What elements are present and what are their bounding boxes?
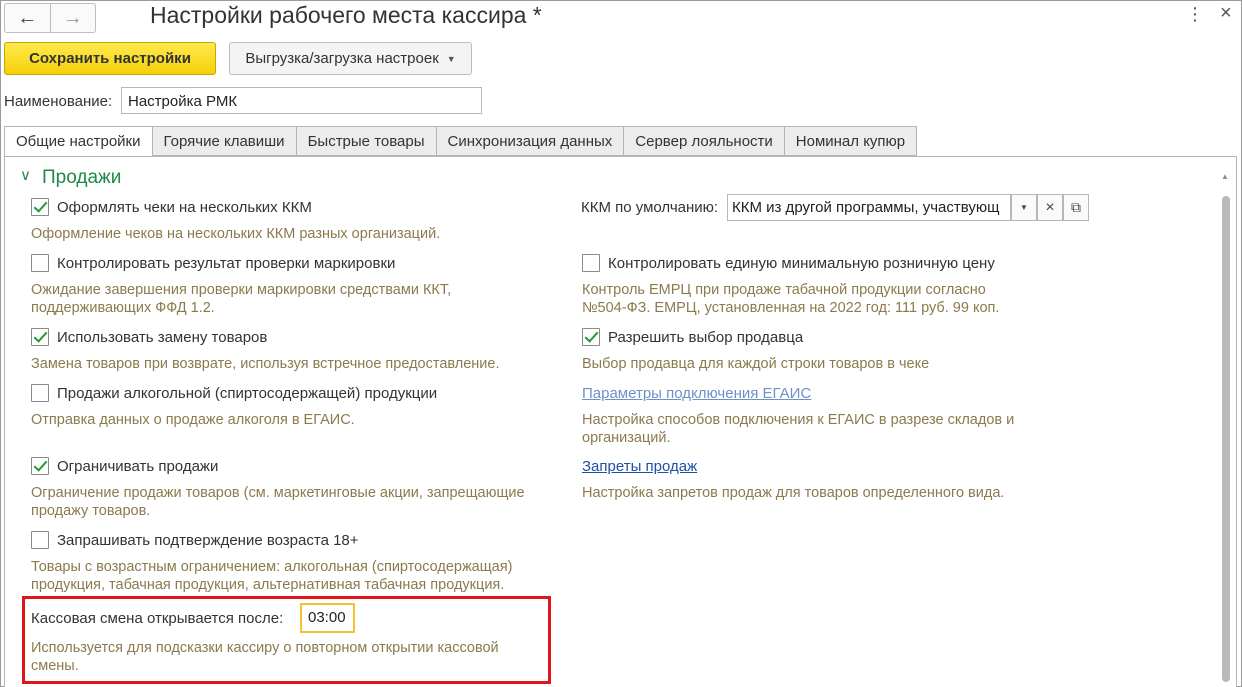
tab-general[interactable]: Общие настройки — [4, 126, 153, 157]
save-settings-button[interactable]: Сохранить настройки — [4, 42, 216, 75]
back-icon[interactable]: ← — [5, 4, 50, 32]
scroll-up-icon[interactable]: ▲ — [1221, 172, 1229, 181]
seller-choice-hint: Выбор продавца для каждой строки товаров… — [582, 356, 930, 372]
export-import-label: Выгрузка/загрузка настроек — [245, 50, 439, 67]
chevron-down-icon: ▼ — [446, 53, 456, 64]
min-price-hint-line-1: Контроль ЕМРЦ при продаже табачной проду… — [582, 282, 986, 298]
restrict-sales-hint-line-2: продажу товаров. — [31, 503, 151, 519]
tab-hotkeys[interactable]: Горячие клавиши — [152, 126, 297, 156]
dropdown-icon[interactable]: ▼ — [1011, 194, 1037, 221]
close-icon[interactable]: × — [1220, 2, 1232, 25]
restrict-sales-label[interactable]: Ограничивать продажи — [57, 458, 218, 475]
age-confirm-label[interactable]: Запрашивать подтверждение возраста 18+ — [57, 532, 359, 549]
min-price-label[interactable]: Контролировать единую минимальную рознич… — [608, 255, 995, 272]
name-label: Наименование: — [4, 93, 113, 110]
shift-open-hint-line-2: смены. — [31, 658, 79, 674]
replace-goods-label[interactable]: Использовать замену товаров — [57, 329, 267, 346]
alcohol-sales-hint: Отправка данных о продаже алкоголя в ЕГА… — [31, 412, 355, 428]
multi-kkm-hint: Оформление чеков на нескольких ККМ разны… — [31, 226, 441, 242]
sales-bans-hint: Настройка запретов продаж для товаров оп… — [582, 485, 1005, 501]
group-collapse-chevron-icon[interactable]: ∨ — [20, 166, 31, 184]
nav-button-group: ← → — [4, 3, 96, 33]
default-kkm-label: ККМ по умолчанию: — [581, 199, 719, 216]
egais-params-hint-line-1: Настройка способов подключения к ЕГАИС в… — [582, 412, 1015, 428]
tab-denominations[interactable]: Номинал купюр — [784, 126, 918, 156]
restrict-sales-checkbox[interactable] — [31, 457, 49, 475]
egais-params-link[interactable]: Параметры подключения ЕГАИС — [582, 385, 811, 402]
marking-hint-line-2: поддерживающих ФФД 1.2. — [31, 300, 215, 316]
tab-bar: Общие настройки Горячие клавиши Быстрые … — [4, 126, 918, 157]
group-title-sales[interactable]: Продажи — [42, 167, 121, 189]
default-kkm-input[interactable]: ККМ из другой программы, участвующ — [727, 194, 1011, 221]
marking-hint-line-1: Ожидание завершения проверки маркировки … — [31, 282, 452, 298]
marking-checkbox[interactable] — [31, 254, 49, 272]
age-confirm-hint-line-2: продукция, табачная продукция, альтернат… — [31, 577, 505, 593]
age-confirm-hint-line-1: Товары с возрастным ограничением: алкого… — [31, 559, 513, 575]
scrollbar-thumb[interactable] — [1222, 196, 1230, 682]
replace-goods-hint: Замена товаров при возврате, используя в… — [31, 356, 500, 372]
window-title: Настройки рабочего места кассира * — [150, 2, 542, 28]
seller-choice-label[interactable]: Разрешить выбор продавца — [608, 329, 803, 346]
shift-open-time-input[interactable]: 03:00 — [300, 603, 355, 633]
clear-icon[interactable]: × — [1037, 194, 1063, 221]
alcohol-sales-checkbox[interactable] — [31, 384, 49, 402]
tab-quick-goods[interactable]: Быстрые товары — [296, 126, 437, 156]
tab-loyalty-server[interactable]: Сервер лояльности — [624, 126, 785, 156]
min-price-checkbox[interactable] — [582, 254, 600, 272]
forward-icon[interactable]: → — [49, 4, 96, 32]
sales-bans-link[interactable]: Запреты продаж — [582, 458, 697, 475]
min-price-hint-line-2: №504-ФЗ. ЕМРЦ, установленная на 2022 год… — [582, 300, 1000, 316]
shift-open-label: Кассовая смена открывается после: — [31, 610, 284, 627]
restrict-sales-hint-line-1: Ограничение продажи товаров (см. маркети… — [31, 485, 525, 501]
egais-params-hint-line-2: организаций. — [582, 430, 671, 446]
tab-sync[interactable]: Синхронизация данных — [436, 126, 625, 156]
open-icon[interactable]: ⧉ — [1063, 194, 1089, 221]
replace-goods-checkbox[interactable] — [31, 328, 49, 346]
more-menu-icon[interactable]: ⋮ — [1186, 4, 1204, 25]
multi-kkm-checkbox[interactable] — [31, 198, 49, 216]
multi-kkm-label[interactable]: Оформлять чеки на нескольких ККМ — [57, 199, 312, 216]
marking-label[interactable]: Контролировать результат проверки маркир… — [57, 255, 395, 272]
name-input[interactable]: Настройка РМК — [121, 87, 482, 114]
age-confirm-checkbox[interactable] — [31, 531, 49, 549]
alcohol-sales-label[interactable]: Продажи алкогольной (спиртосодержащей) п… — [57, 385, 437, 402]
shift-open-hint-line-1: Используется для подсказки кассиру о пов… — [31, 640, 499, 656]
export-import-button[interactable]: Выгрузка/загрузка настроек ▼ — [229, 42, 472, 75]
seller-choice-checkbox[interactable] — [582, 328, 600, 346]
